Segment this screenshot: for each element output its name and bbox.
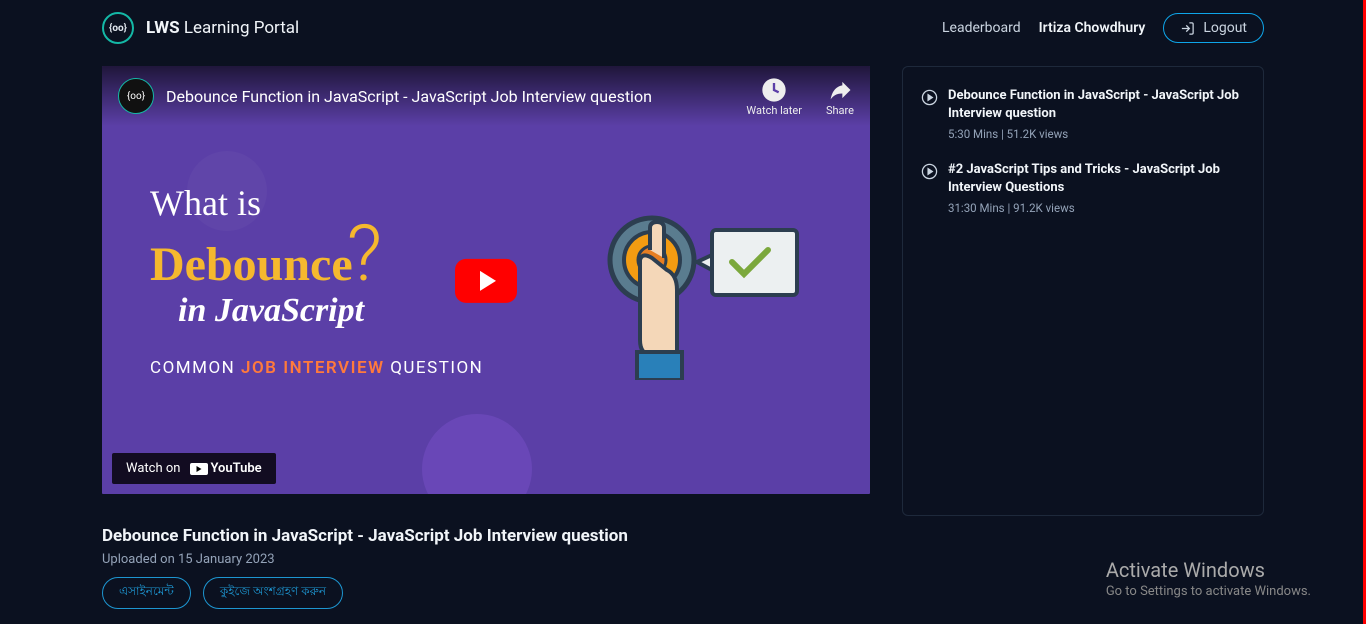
brand-bold: LWS <box>146 18 180 38</box>
video-player[interactable]: {oo} Debounce Function in JavaScript - J… <box>102 66 870 494</box>
logout-icon <box>1180 21 1195 36</box>
thumb-text-4: COMMON JOB INTERVIEW QUESTION <box>150 358 483 378</box>
header-right: Leaderboard Irtiza Chowdhury Logout <box>942 13 1264 43</box>
playlist-item[interactable]: #2 JavaScript Tips and Tricks - JavaScri… <box>921 161 1245 215</box>
video-meta: Debounce Function in JavaScript - JavaSc… <box>102 526 870 609</box>
video-graphic <box>592 180 822 380</box>
watch-on-youtube-button[interactable]: Watch on YouTube <box>112 453 276 484</box>
logout-label: Logout <box>1203 20 1247 36</box>
logo-icon: {oo} <box>102 12 134 44</box>
playlist-item-meta: 5:30 Mins | 51.2K views <box>948 127 1245 141</box>
user-name: Irtiza Chowdhury <box>1039 20 1146 36</box>
question-mark-icon: ? <box>347 224 382 286</box>
quiz-button[interactable]: কুইজে অংশগ্রহণ করুন <box>203 577 343 609</box>
playlist-sidebar: Debounce Function in JavaScript - JavaSc… <box>902 66 1264 516</box>
youtube-icon <box>190 463 208 475</box>
thumb-text-2: Debounce <box>150 237 353 292</box>
video-title: Debounce Function in JavaScript - JavaSc… <box>102 526 870 546</box>
thumb-text-1: What is <box>150 182 483 224</box>
play-button[interactable] <box>455 259 517 303</box>
leaderboard-link[interactable]: Leaderboard <box>942 20 1021 36</box>
windows-watermark: Activate Windows Go to Settings to activ… <box>1106 558 1311 599</box>
play-circle-icon <box>921 89 938 106</box>
main-content: {oo} Debounce Function in JavaScript - J… <box>0 56 1366 609</box>
video-section: {oo} Debounce Function in JavaScript - J… <box>102 66 870 609</box>
logo-group[interactable]: {oo} LWS Learning Portal <box>102 12 299 44</box>
playlist-item-title: #2 JavaScript Tips and Tricks - JavaScri… <box>948 161 1245 196</box>
play-circle-icon <box>921 163 938 180</box>
playlist-item[interactable]: Debounce Function in JavaScript - JavaSc… <box>921 87 1245 141</box>
logout-button[interactable]: Logout <box>1163 13 1264 43</box>
youtube-logo: YouTube <box>190 461 261 476</box>
playlist-item-title: Debounce Function in JavaScript - JavaSc… <box>948 87 1245 122</box>
video-upload-date: Uploaded on 15 January 2023 <box>102 552 870 567</box>
brand-light: Learning Portal <box>180 18 300 38</box>
assignment-button[interactable]: এসাইনমেন্ট <box>102 577 191 609</box>
brand-name: LWS Learning Portal <box>146 18 299 38</box>
thumb-text-3: in JavaScript <box>178 292 483 330</box>
header: {oo} LWS Learning Portal Leaderboard Irt… <box>0 0 1366 56</box>
playlist-item-meta: 31:30 Mins | 91.2K views <box>948 201 1245 215</box>
